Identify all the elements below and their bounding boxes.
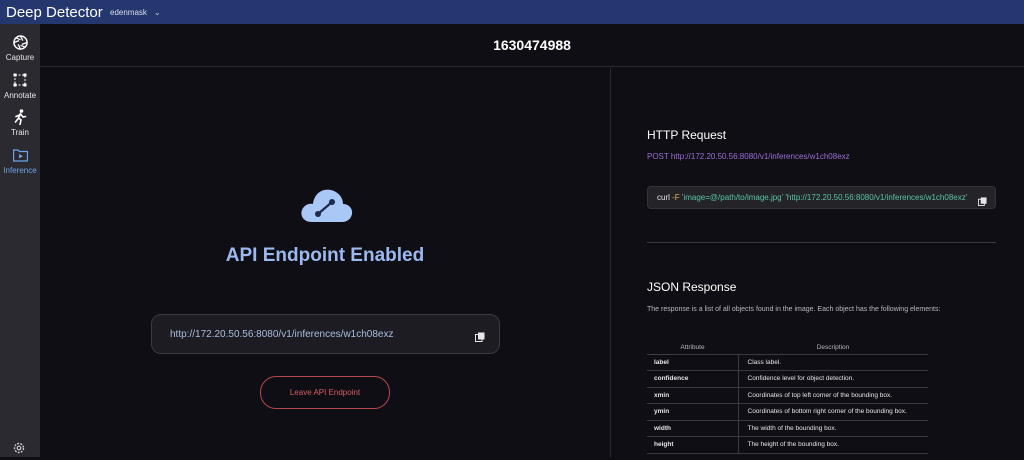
endpoint-url-box: http://172.20.50.56:8080/v1/inferences/w… [151, 314, 500, 354]
attribute-cell: label [647, 354, 739, 371]
sidebar-item-label: Capture [5, 53, 35, 62]
sidebar-item-capture[interactable]: Capture [0, 32, 40, 68]
attribute-cell: confidence [647, 370, 739, 388]
sidebar: Capture Annotate Train Inference [0, 24, 40, 457]
aperture-icon [12, 34, 28, 50]
table-row: label Class label. [647, 354, 928, 371]
endpoint-status-title: API Endpoint Enabled [225, 245, 425, 266]
top-bar: Deep Detector edenmask ⌄ [0, 0, 1024, 24]
gear-icon[interactable] [12, 441, 26, 455]
user-menu[interactable]: edenmask ⌄ [110, 8, 161, 17]
http-request-title: HTTP Request [647, 128, 727, 142]
curl-command[interactable]: curl -F 'image=@/path/to/image.jpg' 'htt… [648, 193, 978, 202]
bounding-box-icon [12, 72, 28, 88]
description-cell: The height of the bounding box. [738, 436, 928, 454]
description-cell: Coordinates of top left corner of the bo… [738, 387, 928, 404]
leave-endpoint-button[interactable]: Leave API Endpoint [260, 376, 390, 409]
table-row: width The width of the bounding box. [647, 420, 928, 437]
column-header: Description [738, 342, 928, 355]
endpoint-url[interactable]: http://172.20.50.56:8080/v1/inferences/w… [152, 329, 475, 340]
curl-url: 'http://172.20.50.56:8080/v1/inferences/… [785, 193, 968, 202]
sidebar-item-train[interactable]: Train [0, 107, 40, 143]
curl-command-box: curl -F 'image=@/path/to/image.jpg' 'htt… [647, 186, 996, 209]
attribute-cell: xmin [647, 387, 739, 404]
description-cell: The width of the bounding box. [738, 420, 928, 437]
chevron-down-icon: ⌄ [153, 7, 161, 17]
attribute-cell: ymin [647, 403, 739, 421]
cloud-connection-icon [298, 184, 354, 224]
page-title: 1630474988 [493, 37, 571, 53]
curl-cmd: curl [657, 193, 670, 202]
copy-icon[interactable] [978, 193, 987, 206]
json-response-description: The response is a list of all objects fo… [647, 306, 941, 313]
json-response-title: JSON Response [647, 280, 737, 294]
table-row: xmin Coordinates of top left corner of t… [647, 387, 928, 404]
table-row: confidence Confidence level for object d… [647, 370, 928, 388]
description-cell: Class label. [738, 354, 928, 371]
page-header: 1630474988 [40, 24, 1024, 67]
curl-flag: -F [672, 193, 680, 202]
video-folder-icon [12, 147, 28, 163]
attribute-cell: height [647, 436, 739, 454]
sidebar-item-label: Train [11, 128, 29, 137]
description-cell: Confidence level for object detection. [738, 370, 928, 388]
attribute-cell: width [647, 420, 739, 437]
http-method-line: POST http://172.20.50.56:8080/v1/inferen… [647, 152, 850, 161]
curl-form: 'image=@/path/to/image.jpg' [681, 193, 784, 202]
copy-icon[interactable] [475, 329, 485, 342]
user-name: edenmask [110, 7, 147, 17]
app-title: Deep Detector [6, 3, 103, 21]
table-row: height The height of the bounding box. [647, 436, 928, 454]
table-header-row: Attribute Description [647, 342, 928, 355]
description-cell: Coordinates of bottom right corner of th… [738, 403, 928, 421]
section-divider [647, 242, 996, 243]
sidebar-item-annotate[interactable]: Annotate [0, 70, 40, 106]
sidebar-item-inference[interactable]: Inference [0, 145, 40, 181]
running-person-icon [12, 109, 28, 125]
attributes-table: Attribute Description label Class label.… [647, 342, 928, 454]
sidebar-item-label: Annotate [3, 91, 37, 100]
sidebar-item-label: Inference [3, 166, 37, 175]
api-docs-panel: HTTP Request POST http://172.20.50.56:80… [611, 68, 1024, 457]
column-header: Attribute [647, 342, 738, 355]
table-row: ymin Coordinates of bottom right corner … [647, 403, 928, 421]
main-panel: 1630474988 API Endpoint Enabled http://1… [40, 24, 1024, 457]
